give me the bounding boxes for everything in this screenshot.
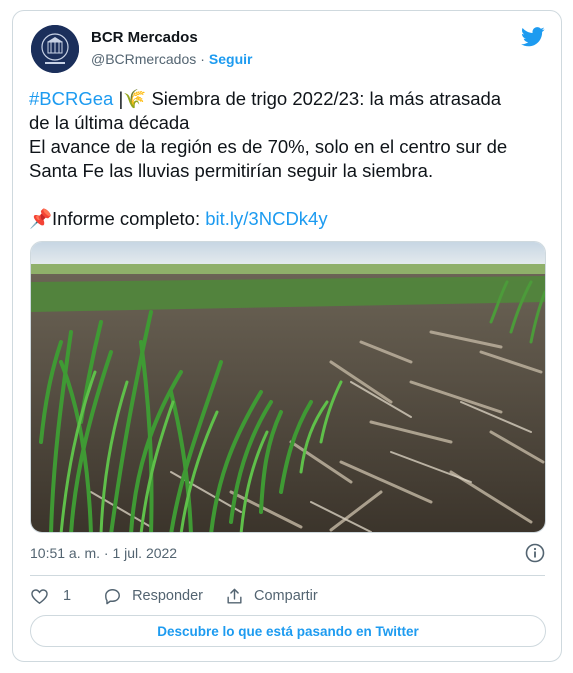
follow-button[interactable]: Seguir bbox=[209, 51, 253, 67]
separator-dot: · bbox=[200, 51, 205, 67]
tweet-actions: 1 Responder Compartir bbox=[30, 585, 318, 607]
wheat-seedlings-image bbox=[31, 242, 545, 532]
tweet-title: |🌾 Siembra de trigo 2022/23: la más atra… bbox=[113, 88, 502, 109]
tweet-line-4: Santa Fe las lluvias permitirían seguir … bbox=[29, 160, 434, 181]
author-handle-row: @BCRmercados · Seguir bbox=[91, 51, 253, 67]
like-count: 1 bbox=[63, 588, 72, 604]
author-handle[interactable]: @BCRmercados bbox=[91, 51, 196, 67]
tweet-timestamp[interactable]: 10:51 a. m. · 1 jul. 2022 bbox=[30, 545, 177, 561]
report-prefix: 📌Informe completo: bbox=[29, 208, 206, 229]
reply-bubble-icon bbox=[105, 588, 121, 604]
discover-twitter-button[interactable]: Descubre lo que está pasando en Twitter bbox=[30, 615, 546, 647]
reply-button[interactable]: Responder bbox=[103, 587, 225, 606]
share-label: Compartir bbox=[254, 588, 318, 604]
report-link[interactable]: bit.ly/3NCDk4y bbox=[205, 208, 327, 229]
reply-label: Responder bbox=[132, 588, 204, 604]
tweet-text: #BCRGea |🌾 Siembra de trigo 2022/23: la … bbox=[29, 87, 549, 231]
bcr-logo-icon bbox=[31, 25, 79, 73]
tweet-line-3: El avance de la región es de 70%, solo e… bbox=[29, 136, 508, 157]
info-icon[interactable] bbox=[525, 543, 545, 563]
author-name[interactable]: BCR Mercados bbox=[91, 29, 198, 46]
heart-icon bbox=[31, 588, 48, 604]
share-icon bbox=[227, 588, 242, 604]
tweet-card: BCR Mercados @BCRmercados · Seguir #BCRGea… bbox=[12, 10, 562, 662]
twitter-bird-icon[interactable] bbox=[521, 27, 545, 47]
tweet-line-6: 📌Informe completo: bit.ly/3NCDk4y bbox=[29, 207, 549, 231]
hashtag-link[interactable]: #BCRGea bbox=[29, 88, 113, 109]
divider bbox=[30, 575, 545, 576]
share-button[interactable]: Compartir bbox=[225, 587, 318, 606]
tweet-line-1: #BCRGea |🌾 Siembra de trigo 2022/23: la … bbox=[29, 87, 549, 111]
wheat-field-photo[interactable] bbox=[30, 241, 546, 533]
like-button[interactable]: 1 bbox=[30, 587, 103, 606]
avatar[interactable] bbox=[31, 25, 79, 73]
tweet-line-2: de la última década bbox=[29, 112, 190, 133]
